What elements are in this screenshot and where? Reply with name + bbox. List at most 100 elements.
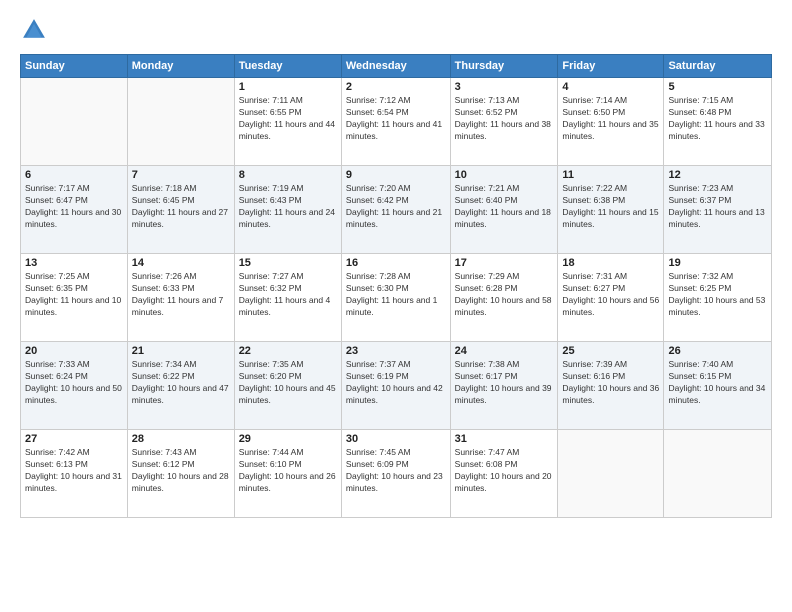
cell-info: Sunrise: 7:39 AMSunset: 6:16 PMDaylight:… bbox=[562, 359, 659, 407]
cell-info: Sunrise: 7:28 AMSunset: 6:30 PMDaylight:… bbox=[346, 271, 446, 319]
weekday-header: Tuesday bbox=[234, 55, 341, 78]
cell-info: Sunrise: 7:32 AMSunset: 6:25 PMDaylight:… bbox=[668, 271, 767, 319]
calendar-cell: 31 Sunrise: 7:47 AMSunset: 6:08 PMDayligh… bbox=[450, 430, 558, 518]
calendar-cell: 15 Sunrise: 7:27 AMSunset: 6:32 PMDayligh… bbox=[234, 254, 341, 342]
calendar-week-row: 27 Sunrise: 7:42 AMSunset: 6:13 PMDayligh… bbox=[21, 430, 772, 518]
cell-day-number: 22 bbox=[239, 345, 337, 357]
calendar-cell: 29 Sunrise: 7:44 AMSunset: 6:10 PMDayligh… bbox=[234, 430, 341, 518]
cell-info: Sunrise: 7:42 AMSunset: 6:13 PMDaylight:… bbox=[25, 447, 123, 495]
cell-info: Sunrise: 7:33 AMSunset: 6:24 PMDaylight:… bbox=[25, 359, 123, 407]
cell-day-number: 17 bbox=[455, 257, 554, 269]
page: SundayMondayTuesdayWednesdayThursdayFrid… bbox=[0, 0, 792, 612]
calendar-cell: 27 Sunrise: 7:42 AMSunset: 6:13 PMDayligh… bbox=[21, 430, 128, 518]
cell-day-number: 1 bbox=[239, 81, 337, 93]
logo-icon bbox=[20, 16, 48, 44]
calendar-cell: 11 Sunrise: 7:22 AMSunset: 6:38 PMDayligh… bbox=[558, 166, 664, 254]
cell-day-number: 11 bbox=[562, 169, 659, 181]
calendar-cell: 21 Sunrise: 7:34 AMSunset: 6:22 PMDayligh… bbox=[127, 342, 234, 430]
cell-info: Sunrise: 7:22 AMSunset: 6:38 PMDaylight:… bbox=[562, 183, 659, 231]
calendar-week-row: 20Sunrise: 7:33 AMSunset: 6:24 PMDayligh… bbox=[21, 342, 772, 430]
calendar-cell: 2Sunrise: 7:12 AMSunset: 6:54 PMDaylight… bbox=[341, 78, 450, 166]
calendar-cell: 12Sunrise: 7:23 AMSunset: 6:37 PMDayligh… bbox=[664, 166, 772, 254]
cell-info: Sunrise: 7:43 AMSunset: 6:12 PMDaylight:… bbox=[132, 447, 230, 495]
cell-day-number: 6 bbox=[25, 169, 123, 181]
cell-info: Sunrise: 7:23 AMSunset: 6:37 PMDaylight:… bbox=[668, 183, 767, 231]
calendar-week-row: 1 Sunrise: 7:11 AMSunset: 6:55 PMDaylight… bbox=[21, 78, 772, 166]
cell-info: Sunrise: 7:47 AMSunset: 6:08 PMDaylight:… bbox=[455, 447, 554, 495]
cell-info: Sunrise: 7:26 AMSunset: 6:33 PMDaylight:… bbox=[132, 271, 230, 319]
cell-day-number: 5 bbox=[668, 81, 767, 93]
cell-info: Sunrise: 7:25 AMSunset: 6:35 PMDaylight:… bbox=[25, 271, 123, 319]
weekday-header: Saturday bbox=[664, 55, 772, 78]
cell-day-number: 4 bbox=[562, 81, 659, 93]
cell-info: Sunrise: 7:44 AMSunset: 6:10 PMDaylight:… bbox=[239, 447, 337, 495]
calendar-cell: 4 Sunrise: 7:14 AMSunset: 6:50 PMDaylight… bbox=[558, 78, 664, 166]
cell-day-number: 15 bbox=[239, 257, 337, 269]
cell-info: Sunrise: 7:35 AMSunset: 6:20 PMDaylight:… bbox=[239, 359, 337, 407]
cell-day-number: 28 bbox=[132, 433, 230, 445]
cell-info: Sunrise: 7:38 AMSunset: 6:17 PMDaylight:… bbox=[455, 359, 554, 407]
cell-info: Sunrise: 7:45 AMSunset: 6:09 PMDaylight:… bbox=[346, 447, 446, 495]
cell-info: Sunrise: 7:27 AMSunset: 6:32 PMDaylight:… bbox=[239, 271, 337, 319]
weekday-header: Friday bbox=[558, 55, 664, 78]
weekday-header: Sunday bbox=[21, 55, 128, 78]
calendar-cell: 28 Sunrise: 7:43 AMSunset: 6:12 PMDayligh… bbox=[127, 430, 234, 518]
cell-info: Sunrise: 7:12 AMSunset: 6:54 PMDaylight:… bbox=[346, 95, 446, 143]
calendar-cell: 9 Sunrise: 7:20 AMSunset: 6:42 PMDaylight… bbox=[341, 166, 450, 254]
cell-day-number: 10 bbox=[455, 169, 554, 181]
logo bbox=[20, 16, 52, 44]
calendar-cell: 19 Sunrise: 7:32 AMSunset: 6:25 PMDayligh… bbox=[664, 254, 772, 342]
cell-day-number: 29 bbox=[239, 433, 337, 445]
cell-info: Sunrise: 7:17 AMSunset: 6:47 PMDaylight:… bbox=[25, 183, 123, 231]
calendar-cell bbox=[558, 430, 664, 518]
cell-day-number: 21 bbox=[132, 345, 230, 357]
calendar-week-row: 6 Sunrise: 7:17 AMSunset: 6:47 PMDaylight… bbox=[21, 166, 772, 254]
cell-day-number: 25 bbox=[562, 345, 659, 357]
cell-day-number: 24 bbox=[455, 345, 554, 357]
calendar-cell: 22 Sunrise: 7:35 AMSunset: 6:20 PMDayligh… bbox=[234, 342, 341, 430]
cell-day-number: 31 bbox=[455, 433, 554, 445]
cell-day-number: 3 bbox=[455, 81, 554, 93]
cell-info: Sunrise: 7:21 AMSunset: 6:40 PMDaylight:… bbox=[455, 183, 554, 231]
calendar-cell: 18 Sunrise: 7:31 AMSunset: 6:27 PMDayligh… bbox=[558, 254, 664, 342]
cell-day-number: 23 bbox=[346, 345, 446, 357]
cell-info: Sunrise: 7:31 AMSunset: 6:27 PMDaylight:… bbox=[562, 271, 659, 319]
calendar-cell: 10 Sunrise: 7:21 AMSunset: 6:40 PMDayligh… bbox=[450, 166, 558, 254]
cell-info: Sunrise: 7:34 AMSunset: 6:22 PMDaylight:… bbox=[132, 359, 230, 407]
calendar-cell: 8Sunrise: 7:19 AMSunset: 6:43 PMDaylight… bbox=[234, 166, 341, 254]
calendar-cell: 5 Sunrise: 7:15 AMSunset: 6:48 PMDaylight… bbox=[664, 78, 772, 166]
cell-day-number: 14 bbox=[132, 257, 230, 269]
cell-day-number: 7 bbox=[132, 169, 230, 181]
calendar-cell: 7 Sunrise: 7:18 AMSunset: 6:45 PMDaylight… bbox=[127, 166, 234, 254]
cell-day-number: 8 bbox=[239, 169, 337, 181]
cell-day-number: 18 bbox=[562, 257, 659, 269]
weekday-header: Wednesday bbox=[341, 55, 450, 78]
calendar-cell: 13 Sunrise: 7:25 AMSunset: 6:35 PMDayligh… bbox=[21, 254, 128, 342]
cell-day-number: 16 bbox=[346, 257, 446, 269]
cell-info: Sunrise: 7:20 AMSunset: 6:42 PMDaylight:… bbox=[346, 183, 446, 231]
cell-day-number: 9 bbox=[346, 169, 446, 181]
calendar-cell: 25 Sunrise: 7:39 AMSunset: 6:16 PMDayligh… bbox=[558, 342, 664, 430]
calendar-cell: 30 Sunrise: 7:45 AMSunset: 6:09 PMDayligh… bbox=[341, 430, 450, 518]
cell-day-number: 13 bbox=[25, 257, 123, 269]
calendar-cell bbox=[127, 78, 234, 166]
calendar-week-row: 13 Sunrise: 7:25 AMSunset: 6:35 PMDayligh… bbox=[21, 254, 772, 342]
calendar-cell: 14 Sunrise: 7:26 AMSunset: 6:33 PMDayligh… bbox=[127, 254, 234, 342]
cell-info: Sunrise: 7:14 AMSunset: 6:50 PMDaylight:… bbox=[562, 95, 659, 143]
cell-day-number: 27 bbox=[25, 433, 123, 445]
cell-info: Sunrise: 7:18 AMSunset: 6:45 PMDaylight:… bbox=[132, 183, 230, 231]
cell-day-number: 19 bbox=[668, 257, 767, 269]
calendar-cell: 17Sunrise: 7:29 AMSunset: 6:28 PMDayligh… bbox=[450, 254, 558, 342]
calendar-cell: 23Sunrise: 7:37 AMSunset: 6:19 PMDayligh… bbox=[341, 342, 450, 430]
calendar-cell: 16 Sunrise: 7:28 AMSunset: 6:30 PMDayligh… bbox=[341, 254, 450, 342]
cell-info: Sunrise: 7:15 AMSunset: 6:48 PMDaylight:… bbox=[668, 95, 767, 143]
cell-day-number: 30 bbox=[346, 433, 446, 445]
weekday-header-row: SundayMondayTuesdayWednesdayThursdayFrid… bbox=[21, 55, 772, 78]
calendar-cell: 6 Sunrise: 7:17 AMSunset: 6:47 PMDaylight… bbox=[21, 166, 128, 254]
calendar-cell: 24 Sunrise: 7:38 AMSunset: 6:17 PMDayligh… bbox=[450, 342, 558, 430]
weekday-header: Thursday bbox=[450, 55, 558, 78]
cell-day-number: 26 bbox=[668, 345, 767, 357]
cell-info: Sunrise: 7:11 AMSunset: 6:55 PMDaylight:… bbox=[239, 95, 337, 143]
cell-info: Sunrise: 7:13 AMSunset: 6:52 PMDaylight:… bbox=[455, 95, 554, 143]
calendar-cell bbox=[21, 78, 128, 166]
